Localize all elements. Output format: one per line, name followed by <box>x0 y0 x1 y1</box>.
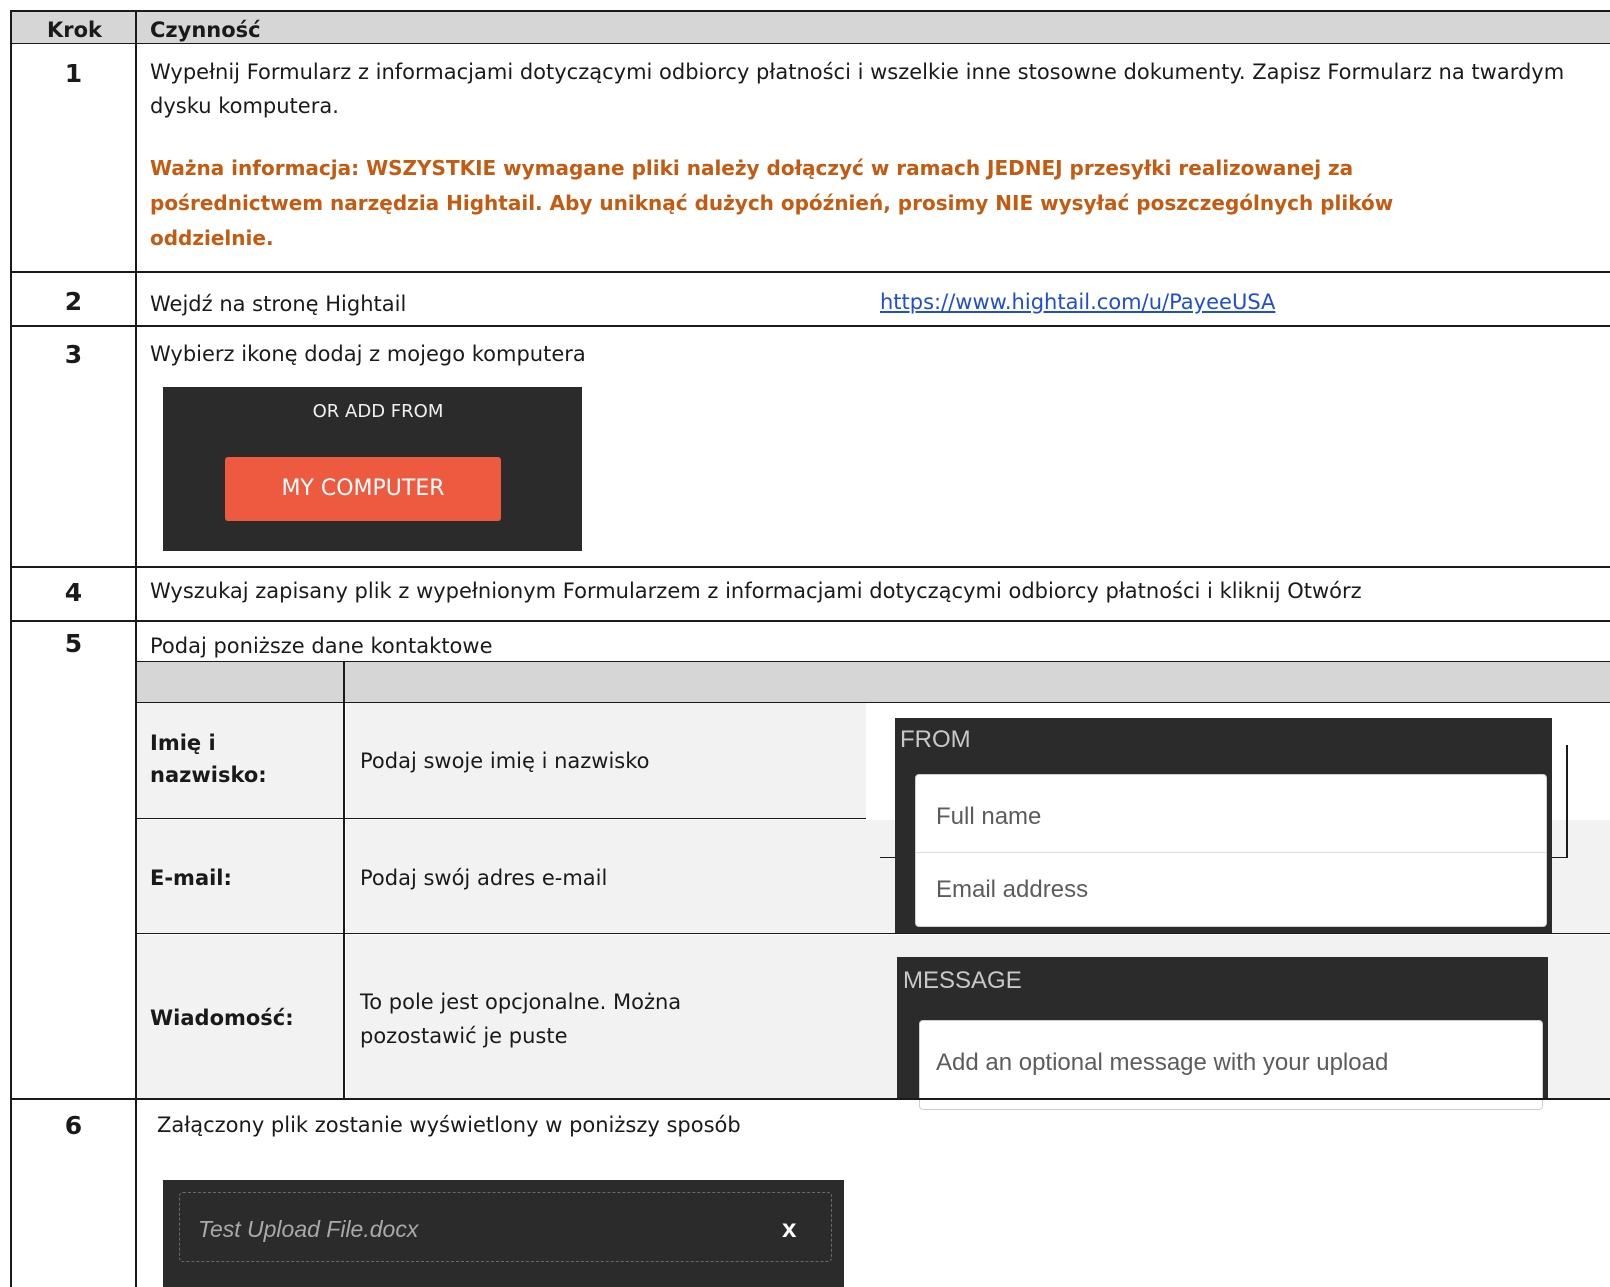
contact-label-name: Imię i nazwisko: <box>150 731 267 787</box>
message-input[interactable]: Add an optional message with your upload <box>919 1020 1543 1110</box>
or-add-from-label: OR ADD FROM <box>312 401 444 422</box>
inner-header-bottom <box>136 702 1610 703</box>
column-divider <box>135 10 137 1287</box>
from-fields-box: Full name Email address <box>915 774 1547 927</box>
uploaded-file-row: Test Upload File.docx x <box>179 1192 832 1262</box>
contact-desc-name: Podaj swoje imię i nazwisko <box>360 749 650 773</box>
table-border-left <box>10 10 12 1287</box>
row-divider-1 <box>10 271 1610 273</box>
step-1-note: Ważna informacja: WSZYSTKIE wymagane pli… <box>150 156 1394 250</box>
step-6-text: Załączony plik zostanie wyświetlony w po… <box>157 1113 741 1137</box>
from-label: FROM <box>900 726 971 753</box>
email-placeholder: Email address <box>936 876 1089 903</box>
email-input[interactable]: Email address <box>916 854 1546 926</box>
my-computer-button[interactable]: MY COMPUTER <box>225 457 501 521</box>
row-divider-4 <box>10 620 1610 622</box>
step-2-text: Wejdź na stronę Hightail <box>150 292 407 316</box>
step-number-2: 2 <box>64 287 83 316</box>
from-panel: FROM Full name Email address <box>895 718 1552 933</box>
message-panel: MESSAGE Add an optional message with you… <box>897 957 1548 1110</box>
row-divider-3 <box>10 566 1610 568</box>
header-action: Czynność <box>150 18 261 42</box>
header-step: Krok <box>47 18 103 42</box>
contact-label-message: Wiadomość: <box>150 1006 294 1030</box>
step-4-text: Wyszukaj zapisany plik z wypełnionym For… <box>150 579 1362 603</box>
hightail-add-panel: OR ADD FROM MY COMPUTER <box>163 387 582 551</box>
step-5-text: Podaj poniższe dane kontaktowe <box>150 634 493 658</box>
inner-row-divider-2 <box>136 933 1610 934</box>
uploaded-file-name: Test Upload File.docx <box>198 1216 419 1242</box>
message-label: MESSAGE <box>903 967 1022 994</box>
row-divider-header <box>10 43 1610 44</box>
message-placeholder: Add an optional message with your upload <box>936 1049 1389 1076</box>
hightail-link[interactable]: https://www.hightail.com/u/PayeeUSA <box>880 290 1275 314</box>
fullname-input[interactable]: Full name <box>916 775 1546 853</box>
row-divider-2 <box>10 325 1610 327</box>
step-number-3: 3 <box>64 340 83 369</box>
inner-row-divider-1 <box>136 818 866 819</box>
contact-table-header <box>137 661 1610 703</box>
step-number-4: 4 <box>64 578 83 607</box>
step-number-6: 6 <box>64 1111 83 1140</box>
step-number-5: 5 <box>64 629 83 658</box>
inner-header-top <box>136 661 1610 662</box>
remove-file-icon[interactable]: x <box>782 1213 796 1244</box>
contact-desc-message: To pole jest opcjonalne. Można pozostawi… <box>360 990 682 1048</box>
step-number-1: 1 <box>64 59 83 88</box>
contact-label-email: E-mail: <box>150 866 232 890</box>
contact-desc-email: Podaj swój adres e-mail <box>360 866 608 890</box>
step-3-text: Wybierz ikonę dodaj z mojego komputera <box>150 342 586 366</box>
step-1-text: Wypełnij Formularz z informacjami dotycz… <box>150 60 1565 118</box>
fullname-placeholder: Full name <box>936 803 1042 830</box>
table-border-top <box>10 10 1610 12</box>
uploaded-file-panel: Test Upload File.docx x <box>163 1180 844 1287</box>
row-divider-5 <box>10 1098 1610 1100</box>
inner-col-divider <box>343 661 345 1098</box>
